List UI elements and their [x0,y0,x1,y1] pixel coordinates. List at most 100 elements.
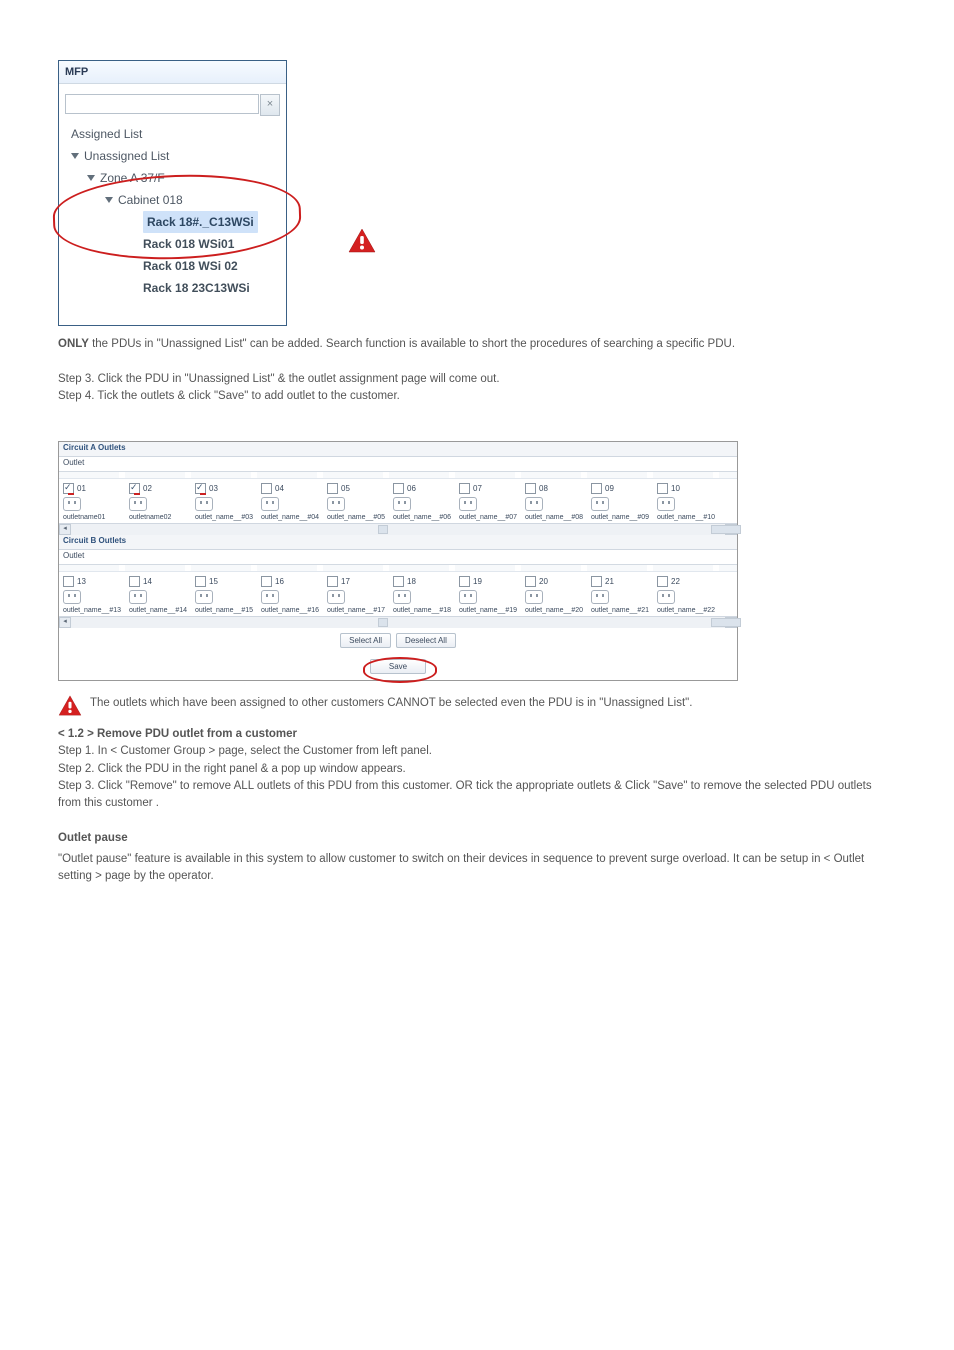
outlet-checkbox[interactable] [393,576,404,587]
scrollbar-b[interactable]: ◂ ▸ [59,616,737,628]
outlet-number: 18 [407,577,416,586]
outlet-name: outlet_name__#18 [393,607,451,614]
outlet-checkbox[interactable] [261,483,272,494]
socket-icon [591,590,609,604]
outlet-checkbox[interactable] [393,483,404,494]
outlet-number: 17 [341,577,350,586]
outlets-panel: Circuit A Outlets Outlet 01 outletname01 0… [58,441,738,681]
mfp-panel: MFP × Assigned List Unassigned List Zone… [58,60,287,326]
deselect-all-button[interactable]: Deselect All [396,633,456,648]
outlet-number: 06 [407,484,416,493]
tree-rack-3[interactable]: Rack 018 WSi 02 [65,255,280,277]
socket-icon [63,497,81,511]
tree-rack-2[interactable]: Rack 018 WSi01 [65,233,280,255]
outlet-number: 07 [473,484,482,493]
outlet-checkbox[interactable] [525,483,536,494]
outlet-number: 05 [341,484,350,493]
outlet-cell: 08outlet_name__#08 [525,483,591,521]
tree-rack-1[interactable]: Rack 18#._C13WSi [65,211,280,233]
outlet-checkbox[interactable] [459,576,470,587]
outlet-name: outlet_name__#17 [327,607,385,614]
outlet-name: outlet_name__#06 [393,514,451,521]
outlet-checkbox[interactable] [459,483,470,494]
outlet-number: 14 [143,577,152,586]
save-button[interactable]: Save [370,659,426,674]
lower-step3: Step 3. Click "Remove" to remove ALL out… [58,778,896,813]
outlet-checkbox[interactable] [591,483,602,494]
socket-icon [195,497,213,511]
outlet-name: outlet_name__#05 [327,514,385,521]
outlet-number: 22 [671,577,680,586]
outlet-checkbox[interactable] [525,576,536,587]
outlet-cell: 07 outlet_name__#07 [459,483,525,521]
outlet-row-label-b: Outlet [59,550,737,565]
outlet-name: outlet_name__#03 [195,514,253,521]
warning-icon [58,695,82,716]
scrollbar-a[interactable]: ◂ ▸ [59,523,737,535]
outlet-cell: 10 outlet_name__#10 [657,483,723,521]
warning-icon [348,228,376,253]
tree-cabinet[interactable]: Cabinet 018 [65,189,280,211]
outlet-name: outlet_name__#14 [129,607,187,614]
outlet-name: outlet_name__#15 [195,607,253,614]
outlet-cell: 05 outlet_name__#05 [327,483,393,521]
mfp-search-input[interactable] [65,94,259,114]
outlet-number: 01 [77,484,86,493]
outlet-number: 15 [209,577,218,586]
outlet-checkbox[interactable] [657,576,668,587]
outlet-cell: 16outlet_name__#16 [261,576,327,614]
outlet-name: outletname02 [129,514,171,521]
outlet-number: 08 [539,484,548,493]
outlet-cell: 09outlet_name__#09 [591,483,657,521]
outlet-pause-text: "Outlet pause" feature is available in t… [58,851,896,886]
outlet-name: outlet_name__#10 [657,514,715,521]
outlet-cell: 04 outlet_name__#04 [261,483,327,521]
outlet-name: outlet_name__#20 [525,607,583,614]
circuit-a-header: Circuit A Outlets [59,442,737,457]
outlet-number: 13 [77,577,86,586]
socket-icon [327,590,345,604]
outlet-checkbox[interactable] [195,576,206,587]
outlet-name: outlet_name__#04 [261,514,319,521]
lower-note: The outlets which have been assigned to … [90,695,692,712]
outlet-name: outlet_name__#22 [657,607,715,614]
outlet-checkbox[interactable] [261,576,272,587]
socket-icon [261,497,279,511]
outlet-number: 21 [605,577,614,586]
outlet-cell: 18 outlet_name__#18 [393,576,459,614]
tree-unassigned[interactable]: Unassigned List [65,145,280,167]
socket-icon [195,590,213,604]
lower-step2: Step 2. Click the PDU in the right panel… [58,761,896,778]
scroll-left-icon[interactable]: ◂ [59,524,71,535]
outlet-checkbox[interactable] [327,483,338,494]
tree-rack-4[interactable]: Rack 18 23C13WSi [65,277,280,299]
outlet-cell: 17 outlet_name__#17 [327,576,393,614]
tree-assigned[interactable]: Assigned List [65,123,280,145]
outlet-number: 04 [275,484,284,493]
outlet-checkbox[interactable] [327,576,338,587]
socket-icon [129,497,147,511]
mfp-title: MFP [59,61,286,84]
outlet-name: outletname01 [63,514,105,521]
socket-icon [525,590,543,604]
socket-icon [657,590,675,604]
outlet-number: 09 [605,484,614,493]
clear-search-button[interactable]: × [260,94,280,116]
outlet-row-label-a: Outlet [59,457,737,472]
scroll-left-icon[interactable]: ◂ [59,617,71,628]
outlet-number: 10 [671,484,680,493]
outlet-checkbox[interactable] [63,576,74,587]
tree-zone[interactable]: Zone A 37/F [65,167,280,189]
section-1-2-header: < 1.2 > Remove PDU outlet from a custome… [58,726,896,743]
outlet-number: 20 [539,577,548,586]
outlet-cell: 06 outlet_name__#06 [393,483,459,521]
socket-icon [129,590,147,604]
outlet-checkbox[interactable] [129,576,140,587]
outlet-name: outlet_name__#07 [459,514,517,521]
socket-icon [393,497,411,511]
outlet-cell: 22 outlet_name__#22 [657,576,723,614]
outlet-checkbox[interactable] [591,576,602,587]
select-all-button[interactable]: Select All [340,633,391,648]
outlet-checkbox[interactable] [657,483,668,494]
outlet-pause-header: Outlet pause [58,830,896,847]
